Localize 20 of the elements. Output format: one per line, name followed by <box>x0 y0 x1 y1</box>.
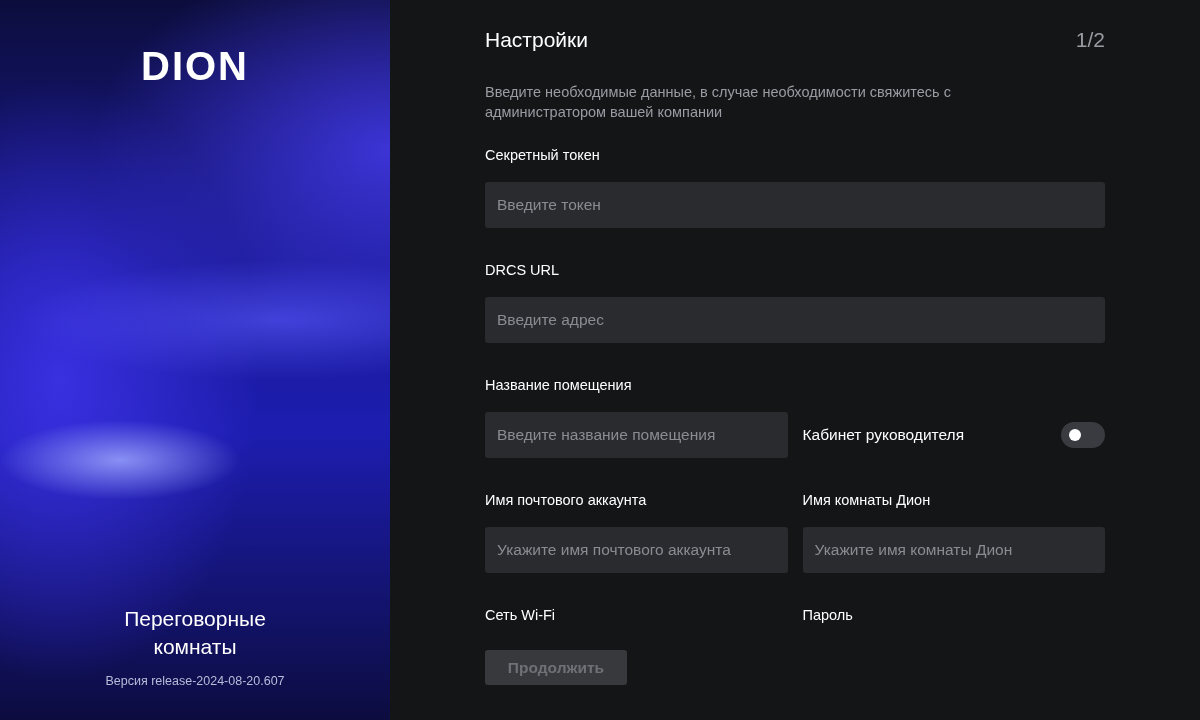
toggle-switch[interactable] <box>1061 422 1105 448</box>
input-field[interactable]: Укажите имя комнаты Дион <box>802 527 1105 573</box>
step-counter: 1/2 <box>1075 28 1105 52</box>
field-label: Имя почтового аккаунта <box>485 491 648 509</box>
field-label: Пароль <box>802 606 854 624</box>
field-label: Имя комнаты Дион <box>802 491 932 509</box>
field-label: DRCS URL <box>485 261 561 279</box>
logo: DION <box>141 46 249 86</box>
app-title: Переговорные комнаты <box>123 606 267 660</box>
input-field[interactable]: Введите токен <box>485 182 1105 228</box>
input-field[interactable]: Введите название помещения <box>485 412 788 458</box>
field-label: Секретный токен <box>485 146 601 164</box>
description-text: Введите необходимые данные, в случае необходимости свяжитесь с администратором вашей компании <box>485 83 952 122</box>
toggle-label: Кабинет руководителя <box>802 426 965 444</box>
version-text: Версия release-2024-08-20.607 <box>105 674 285 688</box>
page-title: Настройки <box>485 28 588 52</box>
input-field[interactable]: Укажите имя почтового аккаунта <box>485 527 788 573</box>
field-label: Сеть Wi-Fi <box>485 606 557 624</box>
input-field[interactable]: Введите адрес <box>485 297 1105 343</box>
field-label: Название помещения <box>485 376 633 394</box>
